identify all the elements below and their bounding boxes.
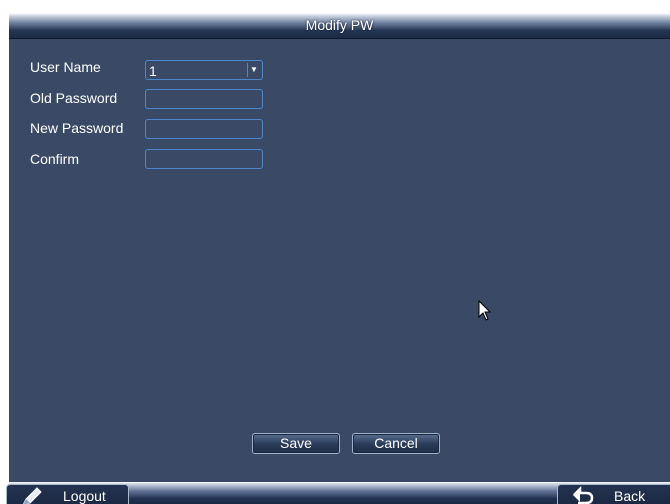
logout-button[interactable]: Logout: [6, 484, 129, 504]
title-bar: Modify PW: [9, 13, 670, 39]
screen: Modify PW User Name 1 ▼ Old Password New…: [0, 0, 670, 504]
dialog-title: Modify PW: [305, 17, 374, 33]
chevron-down-icon[interactable]: ▼: [247, 63, 260, 77]
modify-password-dialog: Modify PW User Name 1 ▼ Old Password New…: [6, 13, 670, 504]
user-name-label: User Name: [30, 59, 101, 75]
new-password-label: New Password: [30, 120, 124, 136]
back-button[interactable]: Back: [557, 484, 670, 504]
old-password-field[interactable]: [145, 89, 263, 109]
cancel-button[interactable]: Cancel: [352, 433, 440, 454]
confirm-label: Confirm: [30, 151, 80, 167]
confirm-password-field[interactable]: [145, 149, 263, 169]
back-label: Back: [614, 488, 646, 504]
return-arrow-icon: [570, 485, 596, 504]
new-password-field[interactable]: [145, 119, 263, 139]
logout-label: Logout: [63, 488, 106, 504]
user-name-select[interactable]: 1 ▼: [145, 60, 263, 80]
user-name-value: 1: [149, 63, 157, 79]
old-password-label: Old Password: [30, 90, 118, 106]
save-button[interactable]: Save: [252, 433, 340, 454]
pen-icon: [20, 486, 46, 504]
mouse-pointer-icon: [478, 299, 492, 327]
